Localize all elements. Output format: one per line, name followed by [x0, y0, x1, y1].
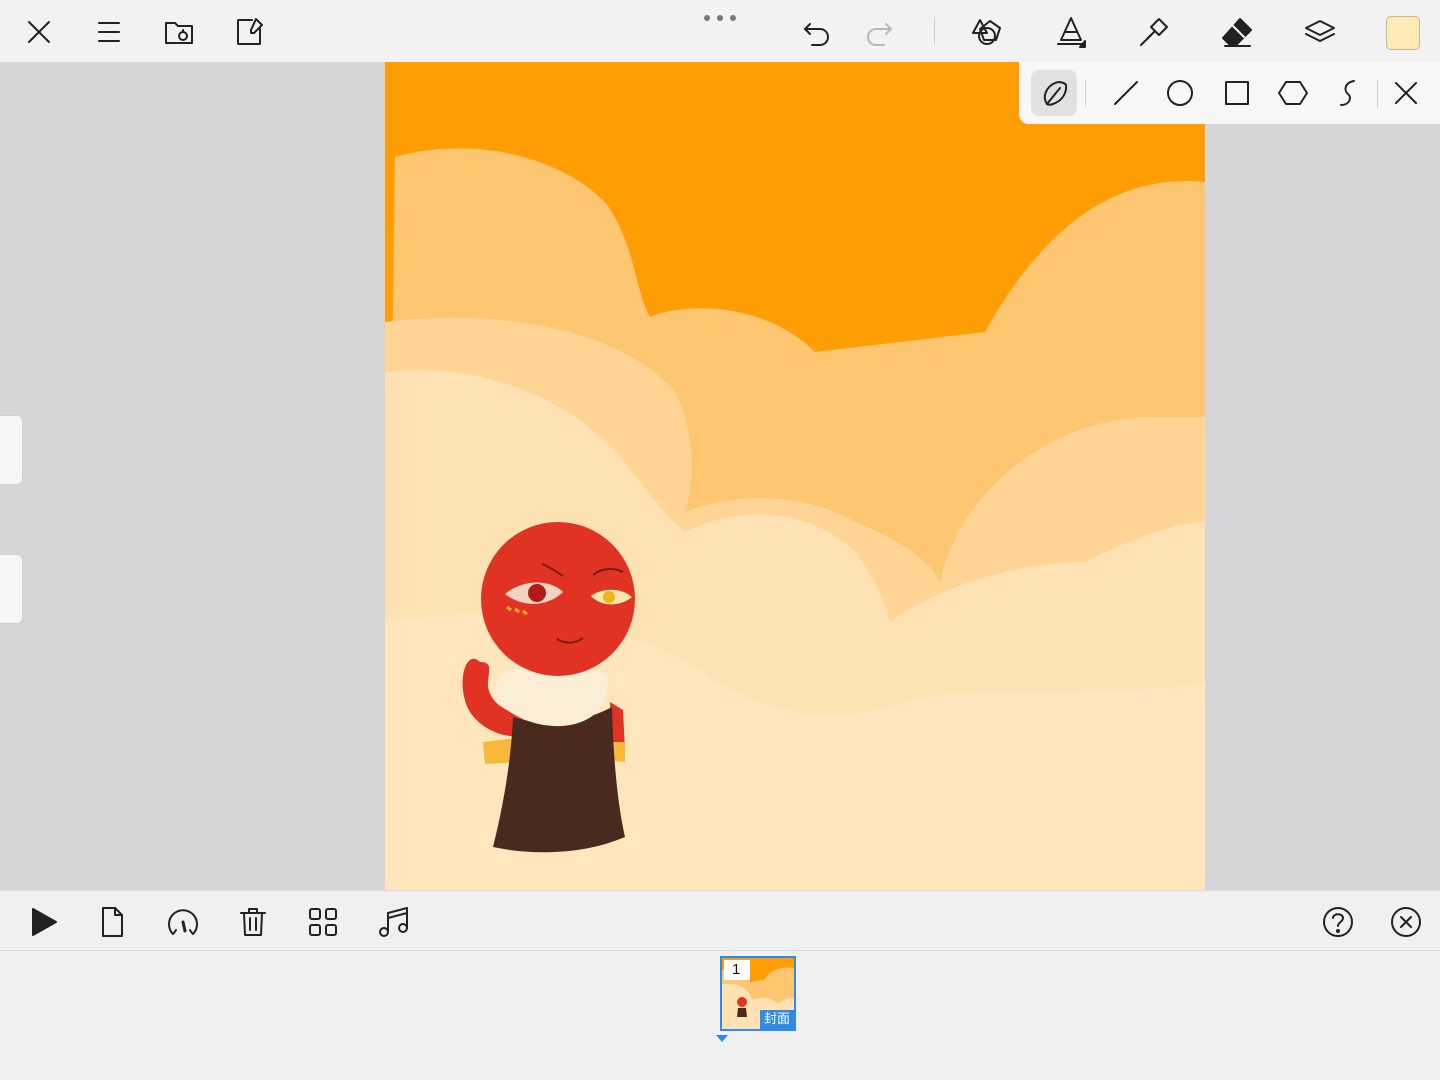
undo-button[interactable] — [797, 12, 837, 52]
circle-icon — [1167, 80, 1193, 106]
polygon-icon — [1278, 81, 1308, 105]
playback-bar — [0, 890, 1440, 951]
speed-icon — [168, 909, 198, 935]
close-icon — [28, 21, 50, 43]
rectangle-button[interactable] — [1214, 70, 1260, 116]
frame-strip: 1 封面 — [0, 951, 1440, 1080]
current-frame-marker — [716, 1035, 728, 1042]
shape-panel-divider — [1377, 80, 1378, 108]
top-toolbar — [0, 0, 1440, 62]
shapes-icon — [972, 19, 1001, 45]
pen-tool-button[interactable] — [1051, 12, 1091, 52]
side-panel-tab-2[interactable] — [0, 554, 23, 624]
close-button[interactable] — [19, 12, 59, 52]
canvas-artwork — [385, 62, 1205, 890]
shapes-button[interactable] — [967, 12, 1007, 52]
curve-icon — [1340, 80, 1355, 106]
pen-tool-icon — [1057, 17, 1086, 48]
current-color-swatch[interactable] — [1386, 16, 1420, 50]
layers-icon — [1305, 20, 1335, 42]
shape-panel-divider — [1085, 80, 1086, 108]
redo-button[interactable] — [859, 12, 899, 52]
curve-button[interactable] — [1325, 70, 1371, 116]
play-icon — [32, 908, 57, 936]
menu-button[interactable] — [89, 12, 129, 52]
new-frame-icon — [102, 907, 123, 937]
rectangle-icon — [1225, 81, 1249, 105]
line-button[interactable] — [1103, 70, 1149, 116]
close-shape-panel-button[interactable] — [1383, 70, 1429, 116]
frame-number: 1 — [724, 960, 750, 980]
side-panel-tab-1[interactable] — [0, 415, 23, 485]
close-playback-button[interactable] — [1387, 903, 1425, 941]
delete-icon — [240, 908, 266, 936]
toolbar-divider — [934, 17, 935, 45]
close-circle-icon — [1391, 907, 1421, 937]
toolbar-drag-handle[interactable] — [704, 12, 736, 24]
music-button[interactable] — [375, 903, 413, 941]
character-left-iris — [528, 584, 546, 602]
circle-button[interactable] — [1157, 70, 1203, 116]
close-icon — [1395, 82, 1417, 104]
help-button[interactable] — [1319, 903, 1357, 941]
freehand-shape-icon — [1043, 81, 1068, 106]
new-frame-button[interactable] — [93, 903, 131, 941]
help-icon — [1323, 907, 1353, 937]
music-icon — [379, 907, 408, 937]
line-icon — [1114, 81, 1138, 105]
export-icon — [237, 18, 263, 45]
animation-editor: 1 封面 — [0, 0, 1440, 1080]
grid-icon — [309, 908, 337, 936]
eraser-icon — [1222, 18, 1252, 47]
open-folder-button[interactable] — [159, 12, 199, 52]
frame-cover-label: 封面 — [759, 1010, 794, 1029]
drawing-canvas[interactable] — [385, 62, 1205, 890]
speed-button[interactable] — [164, 903, 202, 941]
delete-button[interactable] — [234, 903, 272, 941]
shape-tools-panel — [1019, 62, 1440, 124]
layers-button[interactable] — [1300, 12, 1340, 52]
play-button[interactable] — [24, 903, 62, 941]
polygon-button[interactable] — [1270, 70, 1316, 116]
frame-thumbnail[interactable]: 1 封面 — [720, 956, 796, 1031]
redo-icon — [867, 23, 892, 46]
paint-bucket-button[interactable] — [1134, 12, 1174, 52]
undo-icon — [804, 23, 829, 46]
menu-icon — [98, 22, 120, 42]
character-body — [493, 707, 625, 853]
eraser-button[interactable] — [1217, 12, 1257, 52]
freehand-shape-button[interactable] — [1031, 70, 1077, 116]
open-folder-icon — [165, 22, 193, 44]
character-right-iris — [603, 591, 615, 603]
export-button[interactable] — [229, 12, 269, 52]
paint-bucket-icon — [1140, 18, 1168, 46]
grid-view-button[interactable] — [304, 903, 342, 941]
